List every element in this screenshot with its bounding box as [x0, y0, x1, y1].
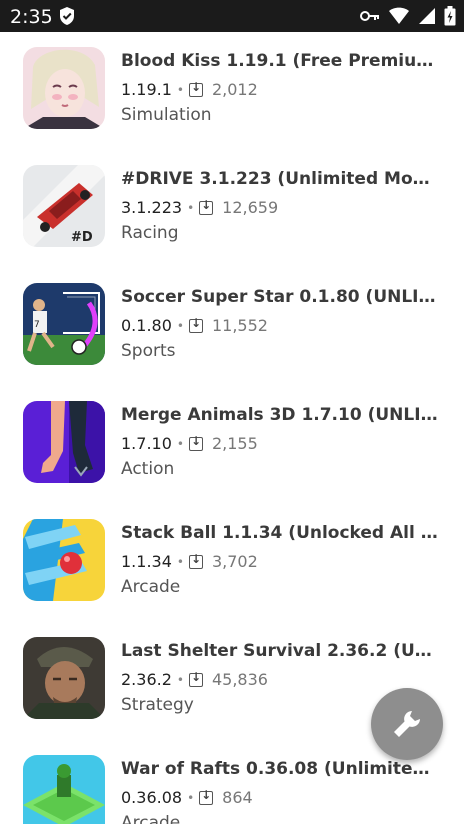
- shield-icon: [60, 7, 74, 25]
- download-count: 11,552: [211, 316, 268, 335]
- list-item[interactable]: #D #DRIVE 3.1.223 (Unlimited Money) 3.1.…: [0, 150, 464, 268]
- separator-dot: •: [176, 318, 184, 333]
- app-icon: [23, 47, 105, 129]
- app-title: War of Rafts 0.36.08 (Unlimited Mon...: [121, 759, 441, 779]
- app-category: Arcade: [121, 577, 181, 597]
- svg-text:#D: #D: [71, 230, 93, 245]
- app-title: Last Shelter Survival 2.36.2 (Unlimit...: [121, 641, 441, 661]
- app-category: Action: [121, 459, 175, 479]
- key-icon: [360, 11, 379, 21]
- download-icon: [199, 788, 214, 805]
- app-icon: [23, 755, 105, 824]
- app-version: 1.1.34: [121, 552, 172, 571]
- app-meta: 3.1.223 • 12,659: [121, 198, 279, 218]
- app-version: 1.7.10: [121, 434, 172, 453]
- app-icon: [23, 637, 105, 719]
- battery-icon: [444, 6, 456, 26]
- app-category: Arcade: [121, 813, 181, 824]
- download-icon: [188, 316, 203, 333]
- list-item[interactable]: 7 Soccer Super Star 0.1.80 (UNLIMITE... …: [0, 268, 464, 386]
- app-title: Stack Ball 1.1.34 (Unlocked All Skins): [121, 523, 441, 543]
- status-icons: [360, 5, 456, 27]
- download-count: 12,659: [222, 198, 279, 217]
- list-item[interactable]: Stack Ball 1.1.34 (Unlocked All Skins) 1…: [0, 504, 464, 622]
- download-count: 864: [222, 788, 253, 807]
- download-icon: [188, 670, 203, 687]
- download-icon: [188, 434, 203, 451]
- tools-fab-button[interactable]: [371, 688, 443, 760]
- app-title: Merge Animals 3D 1.7.10 (UNLIMITE...: [121, 405, 441, 425]
- separator-dot: •: [176, 554, 184, 569]
- download-count: 2,012: [211, 80, 258, 99]
- app-title: Soccer Super Star 0.1.80 (UNLIMITE...: [121, 287, 441, 307]
- download-icon: [199, 198, 214, 215]
- download-icon: [188, 552, 203, 569]
- cell-signal-icon: [419, 8, 435, 24]
- app-meta: 1.19.1 • 2,012: [121, 80, 258, 100]
- wrench-icon: [394, 711, 420, 737]
- app-category: Sports: [121, 341, 176, 361]
- app-meta: 1.7.10 • 2,155: [121, 434, 258, 454]
- app-meta: 0.36.08 • 864: [121, 788, 253, 808]
- app-title: Blood Kiss 1.19.1 (Free Premium Ch...: [121, 51, 441, 71]
- app-meta: 0.1.80 • 11,552: [121, 316, 268, 336]
- app-icon: [23, 519, 105, 601]
- status-time: 2:35: [10, 6, 53, 28]
- download-count: 45,836: [211, 670, 268, 689]
- app-title: #DRIVE 3.1.223 (Unlimited Money): [121, 169, 441, 189]
- app-category: Racing: [121, 223, 179, 243]
- separator-dot: •: [187, 200, 195, 215]
- list-item[interactable]: Blood Kiss 1.19.1 (Free Premium Ch... 1.…: [0, 32, 464, 150]
- download-count: 2,155: [211, 434, 258, 453]
- separator-dot: •: [187, 790, 195, 805]
- app-category: Strategy: [121, 695, 194, 715]
- app-icon: #D: [23, 165, 105, 247]
- separator-dot: •: [176, 82, 184, 97]
- status-bar: 2:35: [0, 0, 464, 32]
- app-category: Simulation: [121, 105, 212, 125]
- app-version: 3.1.223: [121, 198, 183, 217]
- app-version: 1.19.1: [121, 80, 172, 99]
- app-icon: 7: [23, 283, 105, 365]
- separator-dot: •: [176, 436, 184, 451]
- svg-text:7: 7: [34, 320, 40, 330]
- wifi-icon: [389, 7, 409, 24]
- download-icon: [188, 80, 203, 97]
- app-version: 0.36.08: [121, 788, 183, 807]
- download-count: 3,702: [211, 552, 258, 571]
- app-icon: [23, 401, 105, 483]
- app-version: 2.36.2: [121, 670, 172, 689]
- app-meta: 2.36.2 • 45,836: [121, 670, 268, 690]
- app-version: 0.1.80: [121, 316, 172, 335]
- separator-dot: •: [176, 672, 184, 687]
- app-meta: 1.1.34 • 3,702: [121, 552, 258, 572]
- list-item[interactable]: Merge Animals 3D 1.7.10 (UNLIMITE... 1.7…: [0, 386, 464, 504]
